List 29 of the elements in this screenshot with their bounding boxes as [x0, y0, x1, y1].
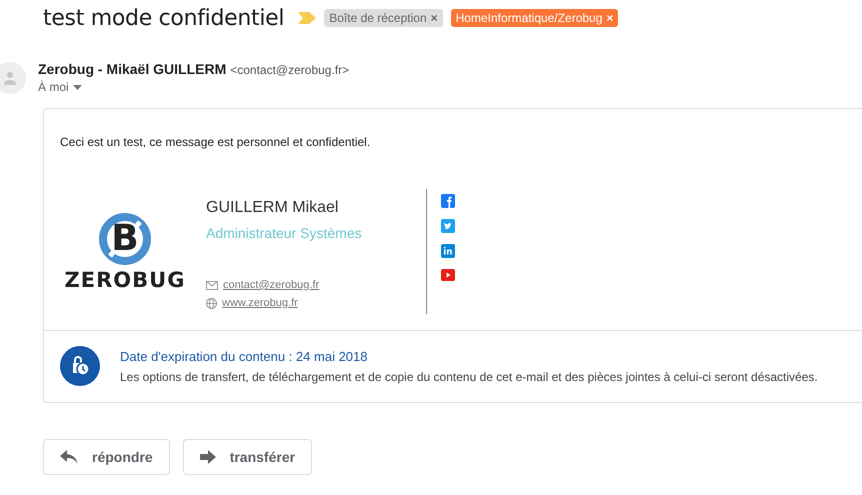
forward-button[interactable]: transférer: [182, 439, 312, 475]
linkedin-icon[interactable]: [441, 244, 455, 258]
person-icon: [3, 71, 17, 85]
logo-letter: B: [111, 218, 139, 259]
signature-name: GUILLERM Mikael: [206, 199, 340, 217]
email-link[interactable]: contact@zerobug.fr: [223, 279, 320, 291]
youtube-icon[interactable]: [441, 269, 455, 281]
label-chip[interactable]: Boîte de réception ×: [324, 9, 443, 27]
facebook-icon[interactable]: [441, 194, 455, 208]
message-text: Ceci est un test, ce message est personnel et confidentiel.: [59, 134, 372, 149]
envelope-icon: [206, 280, 218, 290]
forward-arrow-icon: [200, 450, 216, 464]
expiration-title: Date d'expiration du contenu : 24 mai 2018: [120, 348, 368, 364]
globe-icon: [206, 298, 217, 308]
sender-email: <contact@zerobug.fr>: [230, 63, 350, 77]
signature-role: Administrateur Systèmes: [206, 225, 363, 241]
importance-marker-icon[interactable]: [298, 12, 316, 24]
logo-ring-icon: [98, 212, 152, 266]
sender-name: Zerobug - Mikaël GUILLERM: [38, 61, 226, 77]
recipient-dropdown[interactable]: À moi: [38, 80, 350, 94]
caret-icon: [72, 84, 82, 90]
logo-text: ZEROBUG: [64, 268, 186, 292]
expiration-note: Les options de transfert, de téléchargement et de copie du contenu de cet e-mail et des pièces jointes à celui-ci seront désactivées.: [120, 370, 818, 384]
twitter-icon[interactable]: [441, 219, 455, 233]
label-chip[interactable]: HomeInformatique/Zerobug ×: [450, 9, 618, 27]
website-link[interactable]: www.zerobug.fr: [222, 297, 298, 309]
email-subject: test mode confidentiel: [43, 6, 284, 30]
reply-icon: [60, 450, 78, 464]
reply-button[interactable]: répondre: [43, 439, 170, 475]
